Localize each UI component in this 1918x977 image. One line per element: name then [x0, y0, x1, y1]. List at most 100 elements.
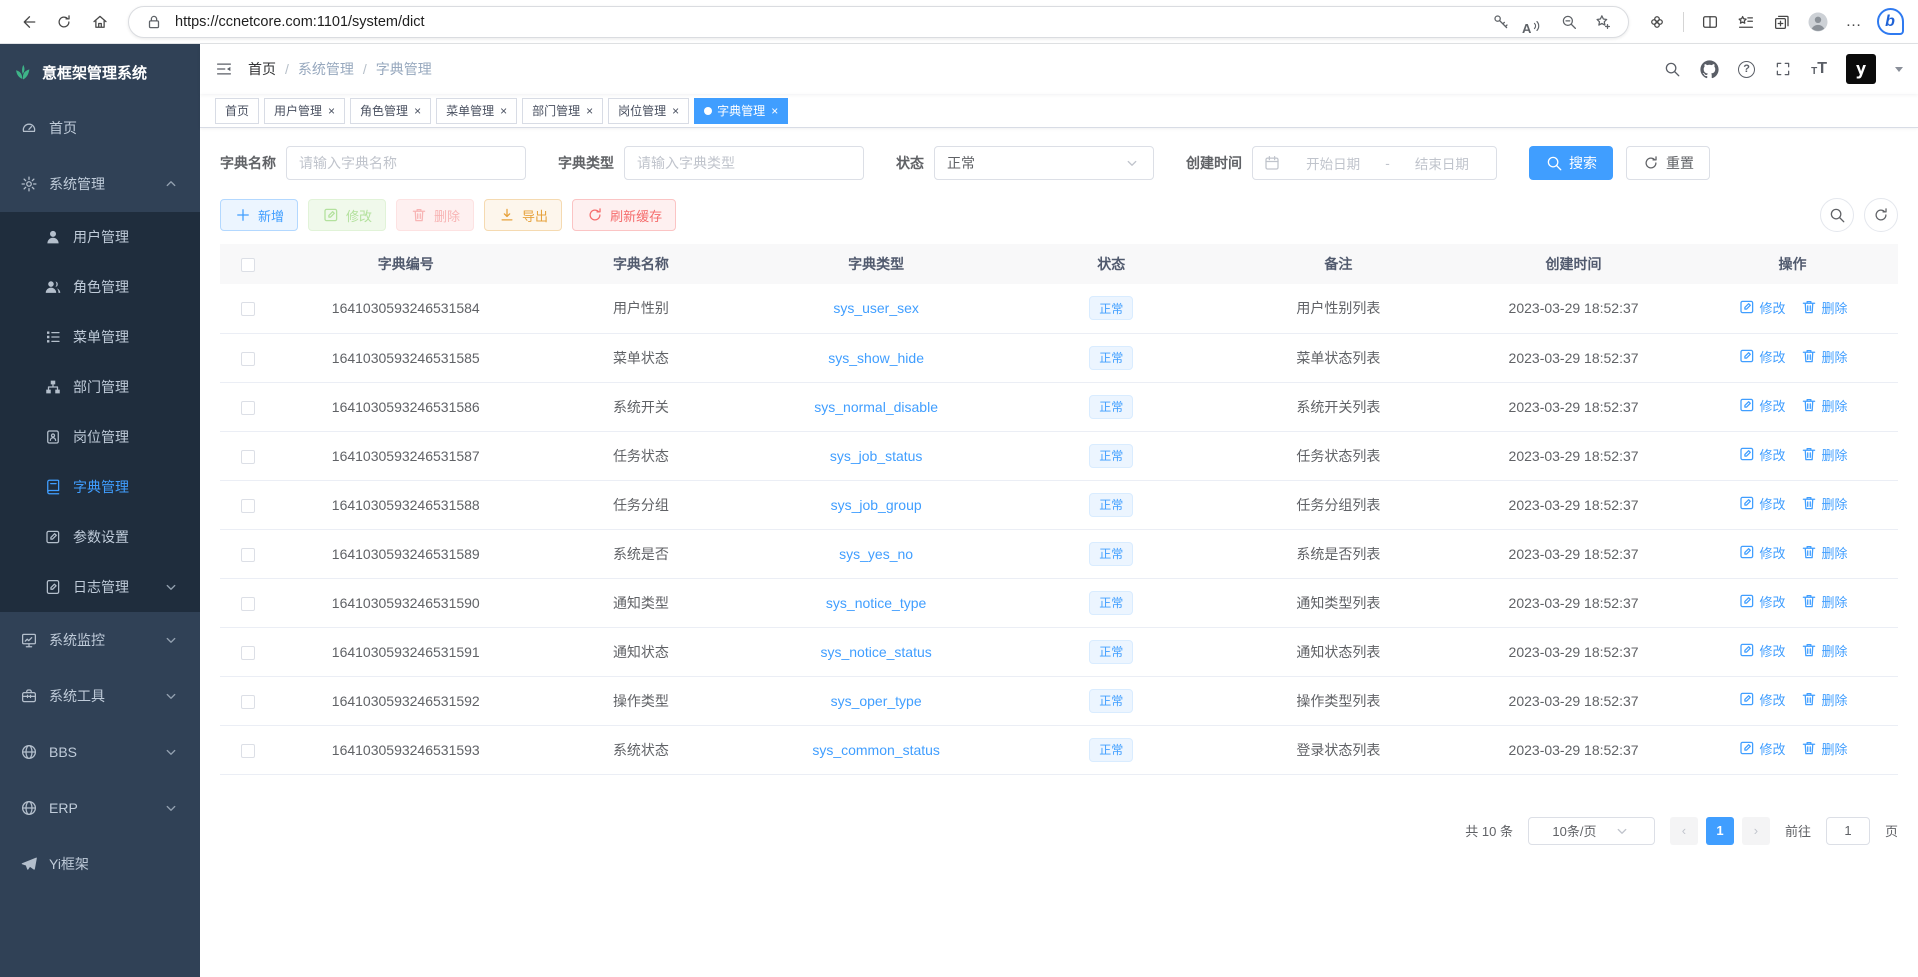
delete-button[interactable]: 删除 [396, 199, 474, 231]
sidebar-item-erp[interactable]: ERP [0, 780, 200, 836]
view-tab[interactable]: 岗位管理 × [608, 98, 689, 124]
font-size-icon[interactable]: TT [1811, 61, 1827, 77]
key-icon[interactable] [1488, 9, 1514, 35]
sidebar-item-yi[interactable]: Yi框架 [0, 836, 200, 892]
extensions-icon[interactable] [1641, 6, 1673, 38]
caret-down-icon[interactable] [1895, 67, 1903, 72]
row-delete-link[interactable]: 删除 [1800, 592, 1848, 611]
row-edit-link[interactable]: 修改 [1738, 445, 1786, 464]
dict-type-link[interactable]: sys_user_sex [833, 300, 919, 316]
row-delete-link[interactable]: 删除 [1800, 347, 1848, 366]
help-icon[interactable]: ? [1738, 61, 1755, 78]
row-delete-link[interactable]: 删除 [1800, 739, 1848, 758]
row-checkbox[interactable] [241, 401, 255, 415]
row-delete-link[interactable]: 删除 [1800, 445, 1848, 464]
dict-type-link[interactable]: sys_show_hide [828, 350, 924, 366]
dict-type-input[interactable] [624, 146, 864, 180]
back-icon[interactable] [12, 6, 44, 38]
dict-type-link[interactable]: sys_yes_no [839, 546, 913, 562]
row-edit-link[interactable]: 修改 [1738, 347, 1786, 366]
row-edit-link[interactable]: 修改 [1738, 690, 1786, 709]
dict-type-link[interactable]: sys_oper_type [831, 693, 922, 709]
sidebar-item-system[interactable]: 系统管理 [0, 156, 200, 212]
row-delete-link[interactable]: 删除 [1800, 690, 1848, 709]
row-checkbox[interactable] [241, 499, 255, 513]
sidebar-item-params[interactable]: 参数设置 [0, 512, 200, 562]
status-select[interactable]: 正常 [934, 146, 1154, 180]
dict-type-link[interactable]: sys_common_status [812, 742, 940, 758]
sidebar-item-posts[interactable]: 岗位管理 [0, 412, 200, 462]
end-date-placeholder[interactable]: 结束日期 [1398, 153, 1486, 173]
bing-chat-icon[interactable]: b [1874, 6, 1906, 38]
reset-button[interactable]: 重置 [1626, 146, 1710, 180]
edit-button[interactable]: 修改 [308, 199, 386, 231]
dict-type-link[interactable]: sys_normal_disable [814, 399, 938, 415]
dict-type-link[interactable]: sys_notice_status [820, 644, 931, 660]
close-icon[interactable]: × [672, 105, 679, 117]
sidebar-item-menus[interactable]: 菜单管理 [0, 312, 200, 362]
sidebar-item-depts[interactable]: 部门管理 [0, 362, 200, 412]
home-icon[interactable] [84, 6, 116, 38]
close-icon[interactable]: × [586, 105, 593, 117]
sidebar-item-monitor[interactable]: 系统监控 [0, 612, 200, 668]
sidebar-item-home[interactable]: 首页 [0, 100, 200, 156]
row-delete-link[interactable]: 删除 [1800, 396, 1848, 415]
row-delete-link[interactable]: 删除 [1800, 641, 1848, 660]
page-size-select[interactable]: 10条/页 [1528, 817, 1655, 845]
view-tab[interactable]: 菜单管理 × [436, 98, 517, 124]
row-checkbox[interactable] [241, 450, 255, 464]
prev-page-button[interactable]: ‹ [1670, 817, 1698, 845]
url-text[interactable]: https://ccnetcore.com:1101/system/dict [175, 14, 1480, 30]
refresh-table-button[interactable] [1864, 198, 1898, 232]
dict-name-input[interactable] [286, 146, 526, 180]
collections-icon[interactable] [1766, 6, 1798, 38]
toggle-search-button[interactable] [1820, 198, 1854, 232]
start-date-placeholder[interactable]: 开始日期 [1289, 153, 1377, 173]
sidebar-item-bbs[interactable]: BBS [0, 724, 200, 780]
dict-type-link[interactable]: sys_job_group [831, 497, 922, 513]
dict-type-link[interactable]: sys_notice_type [826, 595, 926, 611]
goto-page-input[interactable] [1826, 817, 1870, 845]
search-icon[interactable] [1663, 60, 1681, 78]
date-range-picker[interactable]: 开始日期 - 结束日期 [1252, 146, 1497, 180]
profile-icon[interactable] [1802, 6, 1834, 38]
close-icon[interactable]: × [771, 105, 778, 117]
more-icon[interactable]: … [1838, 6, 1870, 38]
row-edit-link[interactable]: 修改 [1738, 396, 1786, 415]
github-icon[interactable] [1700, 60, 1719, 79]
close-icon[interactable]: × [500, 105, 507, 117]
close-icon[interactable]: × [414, 105, 421, 117]
row-edit-link[interactable]: 修改 [1738, 641, 1786, 660]
fullscreen-icon[interactable] [1774, 60, 1792, 78]
row-checkbox[interactable] [241, 744, 255, 758]
sidebar-item-logs[interactable]: 日志管理 [0, 562, 200, 612]
row-delete-link[interactable]: 删除 [1800, 543, 1848, 562]
row-checkbox[interactable] [241, 352, 255, 366]
close-icon[interactable]: × [328, 105, 335, 117]
add-button[interactable]: 新增 [220, 199, 298, 231]
sidebar-item-roles[interactable]: 角色管理 [0, 262, 200, 312]
split-screen-icon[interactable] [1694, 6, 1726, 38]
sidebar-item-dict[interactable]: 字典管理 [0, 462, 200, 512]
sidebar-item-users[interactable]: 用户管理 [0, 212, 200, 262]
reload-icon[interactable] [48, 6, 80, 38]
view-tab[interactable]: 角色管理 × [350, 98, 431, 124]
read-aloud-icon[interactable]: A [1522, 9, 1548, 35]
address-bar[interactable]: https://ccnetcore.com:1101/system/dict A [128, 6, 1629, 38]
row-checkbox[interactable] [241, 646, 255, 660]
row-edit-link[interactable]: 修改 [1738, 592, 1786, 611]
row-checkbox[interactable] [241, 597, 255, 611]
sidebar-item-tools[interactable]: 系统工具 [0, 668, 200, 724]
fold-menu-icon[interactable] [215, 60, 233, 78]
export-button[interactable]: 导出 [484, 199, 562, 231]
row-checkbox[interactable] [241, 302, 255, 316]
page-number-1[interactable]: 1 [1706, 817, 1734, 845]
refresh-cache-button[interactable]: 刷新缓存 [572, 199, 676, 231]
next-page-button[interactable]: › [1742, 817, 1770, 845]
breadcrumb-home[interactable]: 首页 [248, 59, 276, 79]
dict-type-link[interactable]: sys_job_status [830, 448, 923, 464]
zoom-out-icon[interactable] [1556, 9, 1582, 35]
row-edit-link[interactable]: 修改 [1738, 739, 1786, 758]
avatar[interactable]: y [1846, 54, 1876, 84]
view-tab[interactable]: 字典管理 × [694, 98, 788, 124]
